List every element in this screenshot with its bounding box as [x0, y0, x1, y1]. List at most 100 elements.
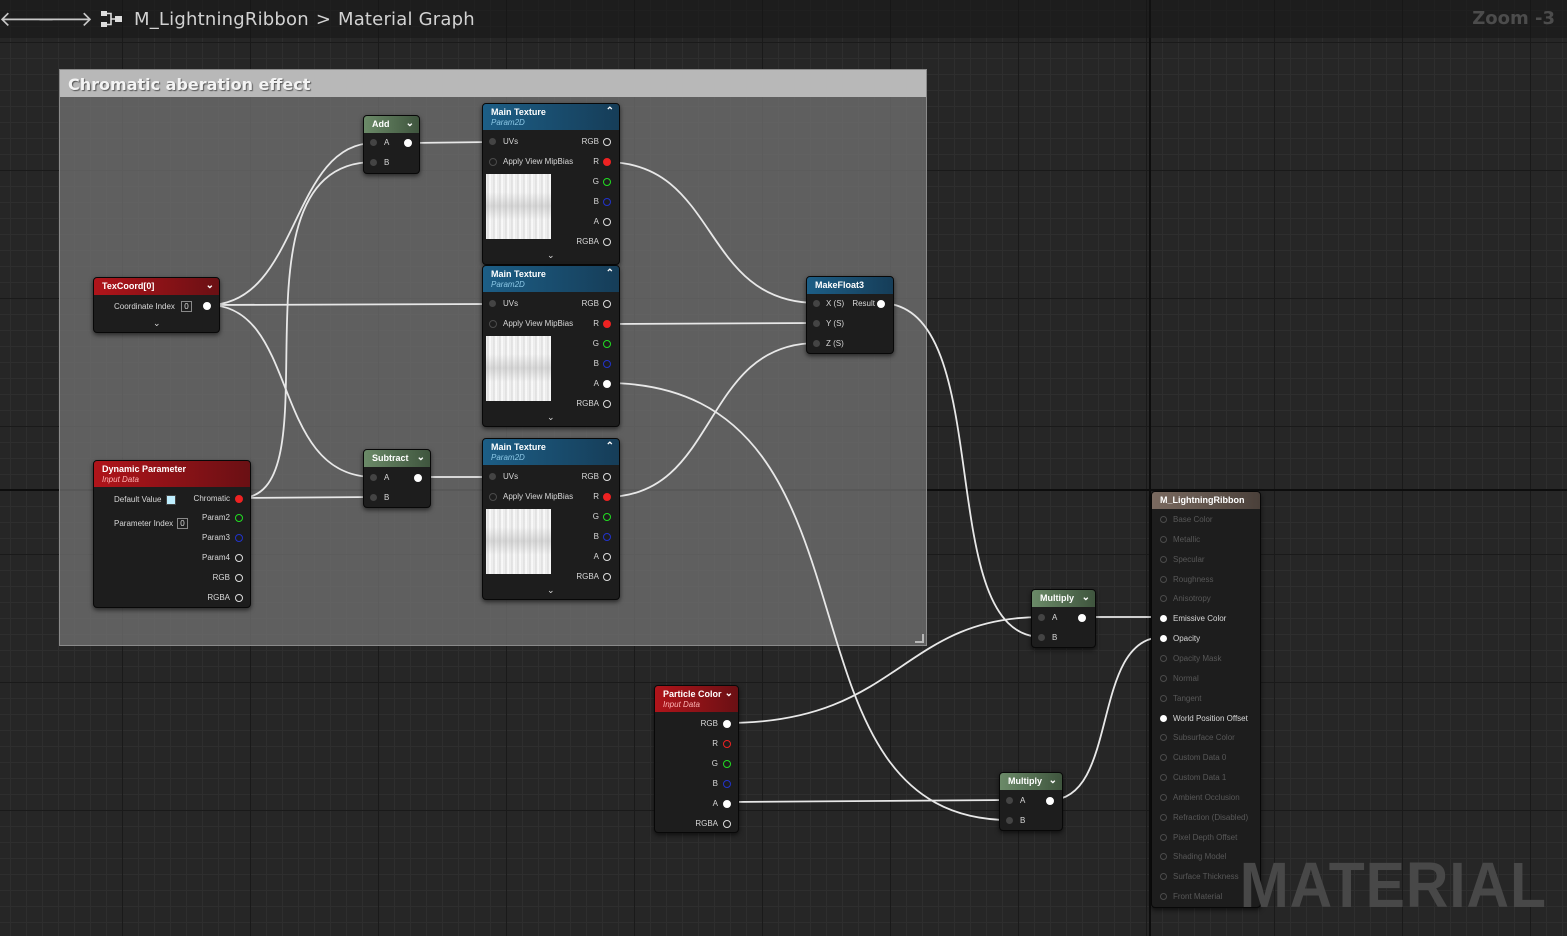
chevron-down-icon[interactable]: ⌄	[1049, 775, 1057, 786]
particle-pin-rgba[interactable]	[723, 820, 731, 828]
result-input-pin[interactable]	[1160, 893, 1167, 901]
chevron-up-icon[interactable]: ⌃	[606, 268, 614, 279]
result-input-pin[interactable]	[1160, 793, 1167, 801]
texture-pin-a[interactable]	[603, 380, 611, 388]
texture-pin-rgba[interactable]	[603, 573, 611, 581]
texture-pin-g[interactable]	[603, 513, 611, 521]
texture-sample-node-2[interactable]: Main Texture Param2D ⌃ UVs Apply View Mi…	[482, 265, 620, 427]
dynamic-parameter-pin-param3[interactable]	[235, 534, 243, 542]
texture-sample-node-1[interactable]: Main Texture Param2D ⌃ UVs Apply View Mi…	[482, 103, 620, 265]
texture-pin-uvs[interactable]	[489, 138, 496, 145]
subtract-pin-a-in[interactable]	[370, 474, 377, 481]
dynamic-parameter-pin-chromatic[interactable]	[235, 495, 243, 503]
multiply-pin-b-in[interactable]	[1006, 817, 1013, 824]
texture-pin-r[interactable]	[603, 158, 611, 166]
texcoord-coordinate-index-input[interactable]: 0	[181, 301, 192, 312]
add-pin-b-in[interactable]	[370, 159, 377, 166]
makefloat3-pin-y[interactable]	[813, 320, 820, 327]
texture-pin-mipbias[interactable]	[489, 493, 497, 501]
material-result-header[interactable]: M_LightningRibbon	[1152, 492, 1260, 509]
particle-color-header[interactable]: Particle Color Input Data ⌄	[655, 686, 738, 712]
multiply-pin-out[interactable]	[1078, 614, 1086, 622]
result-input-pin[interactable]	[1160, 635, 1167, 643]
result-input-pin[interactable]	[1160, 674, 1167, 682]
result-input-pin[interactable]	[1160, 575, 1167, 583]
multiply-node-1[interactable]: Multiply ⌄ A B	[1031, 589, 1096, 648]
texture-pin-rgba[interactable]	[603, 238, 611, 246]
texture-pin-b[interactable]	[603, 360, 611, 368]
expand-chevron-icon[interactable]: ⌄	[153, 318, 161, 329]
particle-pin-rgb[interactable]	[723, 720, 731, 728]
texture-pin-rgb[interactable]	[603, 138, 611, 146]
particle-pin-a[interactable]	[723, 800, 731, 808]
breadcrumb-graph[interactable]: Material Graph	[338, 9, 475, 30]
chevron-down-icon[interactable]: ⌄	[725, 688, 733, 699]
expand-chevron-icon[interactable]: ⌄	[547, 412, 555, 423]
breadcrumb-asset[interactable]: M_LightningRibbon	[134, 9, 309, 30]
chevron-down-icon[interactable]: ⌄	[1082, 592, 1090, 603]
texcoord-pin-out[interactable]	[203, 302, 211, 310]
result-input-pin[interactable]	[1160, 714, 1167, 722]
texture-sample-node-3[interactable]: Main Texture Param2D ⌃ UVs Apply View Mi…	[482, 438, 620, 600]
forward-button[interactable]: 🡒	[37, 0, 93, 38]
makefloat3-header[interactable]: MakeFloat3	[807, 277, 893, 294]
chevron-down-icon[interactable]: ⌄	[417, 452, 425, 463]
makefloat3-pin-result[interactable]	[877, 300, 885, 308]
multiply-pin-a-in[interactable]	[1006, 797, 1013, 804]
result-input-pin[interactable]	[1160, 873, 1167, 881]
particle-pin-g[interactable]	[723, 760, 731, 768]
texture-pin-mipbias[interactable]	[489, 158, 497, 166]
texture-sample-header[interactable]: Main Texture Param2D ⌃	[483, 266, 619, 292]
result-input-pin[interactable]	[1160, 833, 1167, 841]
texture-sample-header[interactable]: Main Texture Param2D ⌃	[483, 439, 619, 465]
dynamic-parameter-pin-param4[interactable]	[235, 554, 243, 562]
add-pin-out[interactable]	[404, 139, 412, 147]
texcoord-node[interactable]: TexCoord[0] ⌄ Coordinate Index 0 ⌄	[93, 277, 220, 333]
makefloat3-node[interactable]: MakeFloat3 X (S) Y (S) Z (S) Result	[806, 276, 894, 354]
texcoord-node-header[interactable]: TexCoord[0] ⌄	[94, 278, 219, 295]
texture-pin-uvs[interactable]	[489, 473, 496, 480]
multiply-pin-b-in[interactable]	[1038, 634, 1045, 641]
dynamic-parameter-pin-param2[interactable]	[235, 514, 243, 522]
result-input-pin[interactable]	[1160, 615, 1167, 623]
result-input-pin[interactable]	[1160, 555, 1167, 563]
expand-chevron-icon[interactable]: ⌄	[547, 585, 555, 596]
add-node-header[interactable]: Add ⌄	[364, 116, 419, 133]
multiply-pin-a-in[interactable]	[1038, 614, 1045, 621]
particle-pin-b[interactable]	[723, 780, 731, 788]
result-input-pin[interactable]	[1160, 754, 1167, 762]
texture-pin-b[interactable]	[603, 533, 611, 541]
subtract-node-header[interactable]: Subtract ⌄	[364, 450, 430, 467]
multiply-node-2[interactable]: Multiply ⌄ A B	[999, 772, 1063, 831]
texture-pin-uvs[interactable]	[489, 300, 496, 307]
texture-sample-header[interactable]: Main Texture Param2D ⌃	[483, 104, 619, 130]
texture-pin-b[interactable]	[603, 198, 611, 206]
result-input-pin[interactable]	[1160, 694, 1167, 702]
texture-pin-rgb[interactable]	[603, 473, 611, 481]
result-input-pin[interactable]	[1160, 595, 1167, 603]
dynamic-parameter-pin-rgba[interactable]	[235, 594, 243, 602]
texture-pin-rgb[interactable]	[603, 300, 611, 308]
subtract-pin-b-in[interactable]	[370, 494, 377, 501]
texture-pin-a[interactable]	[603, 553, 611, 561]
makefloat3-pin-z[interactable]	[813, 340, 820, 347]
particle-pin-r[interactable]	[723, 740, 731, 748]
dynamic-parameter-pin-rgb[interactable]	[235, 574, 243, 582]
texture-pin-a[interactable]	[603, 218, 611, 226]
add-node[interactable]: Add ⌄ A B	[363, 115, 420, 174]
result-input-pin[interactable]	[1160, 535, 1167, 543]
texture-pin-mipbias[interactable]	[489, 320, 497, 328]
result-input-pin[interactable]	[1160, 813, 1167, 821]
texture-pin-g[interactable]	[603, 340, 611, 348]
result-input-pin[interactable]	[1160, 774, 1167, 782]
material-result-node[interactable]: M_LightningRibbon Base Color Metallic Spec…	[1151, 491, 1261, 908]
multiply-header[interactable]: Multiply ⌄	[1032, 590, 1095, 607]
texture-pin-rgba[interactable]	[603, 400, 611, 408]
chevron-up-icon[interactable]: ⌃	[606, 441, 614, 452]
texture-pin-r[interactable]	[603, 493, 611, 501]
dynamic-parameter-node[interactable]: Dynamic Parameter Input Data Default Val…	[93, 460, 251, 608]
dynamic-parameter-header[interactable]: Dynamic Parameter Input Data	[94, 461, 250, 487]
multiply-pin-out[interactable]	[1046, 797, 1054, 805]
chevron-down-icon[interactable]: ⌄	[206, 280, 214, 291]
chevron-up-icon[interactable]: ⌃	[606, 106, 614, 117]
